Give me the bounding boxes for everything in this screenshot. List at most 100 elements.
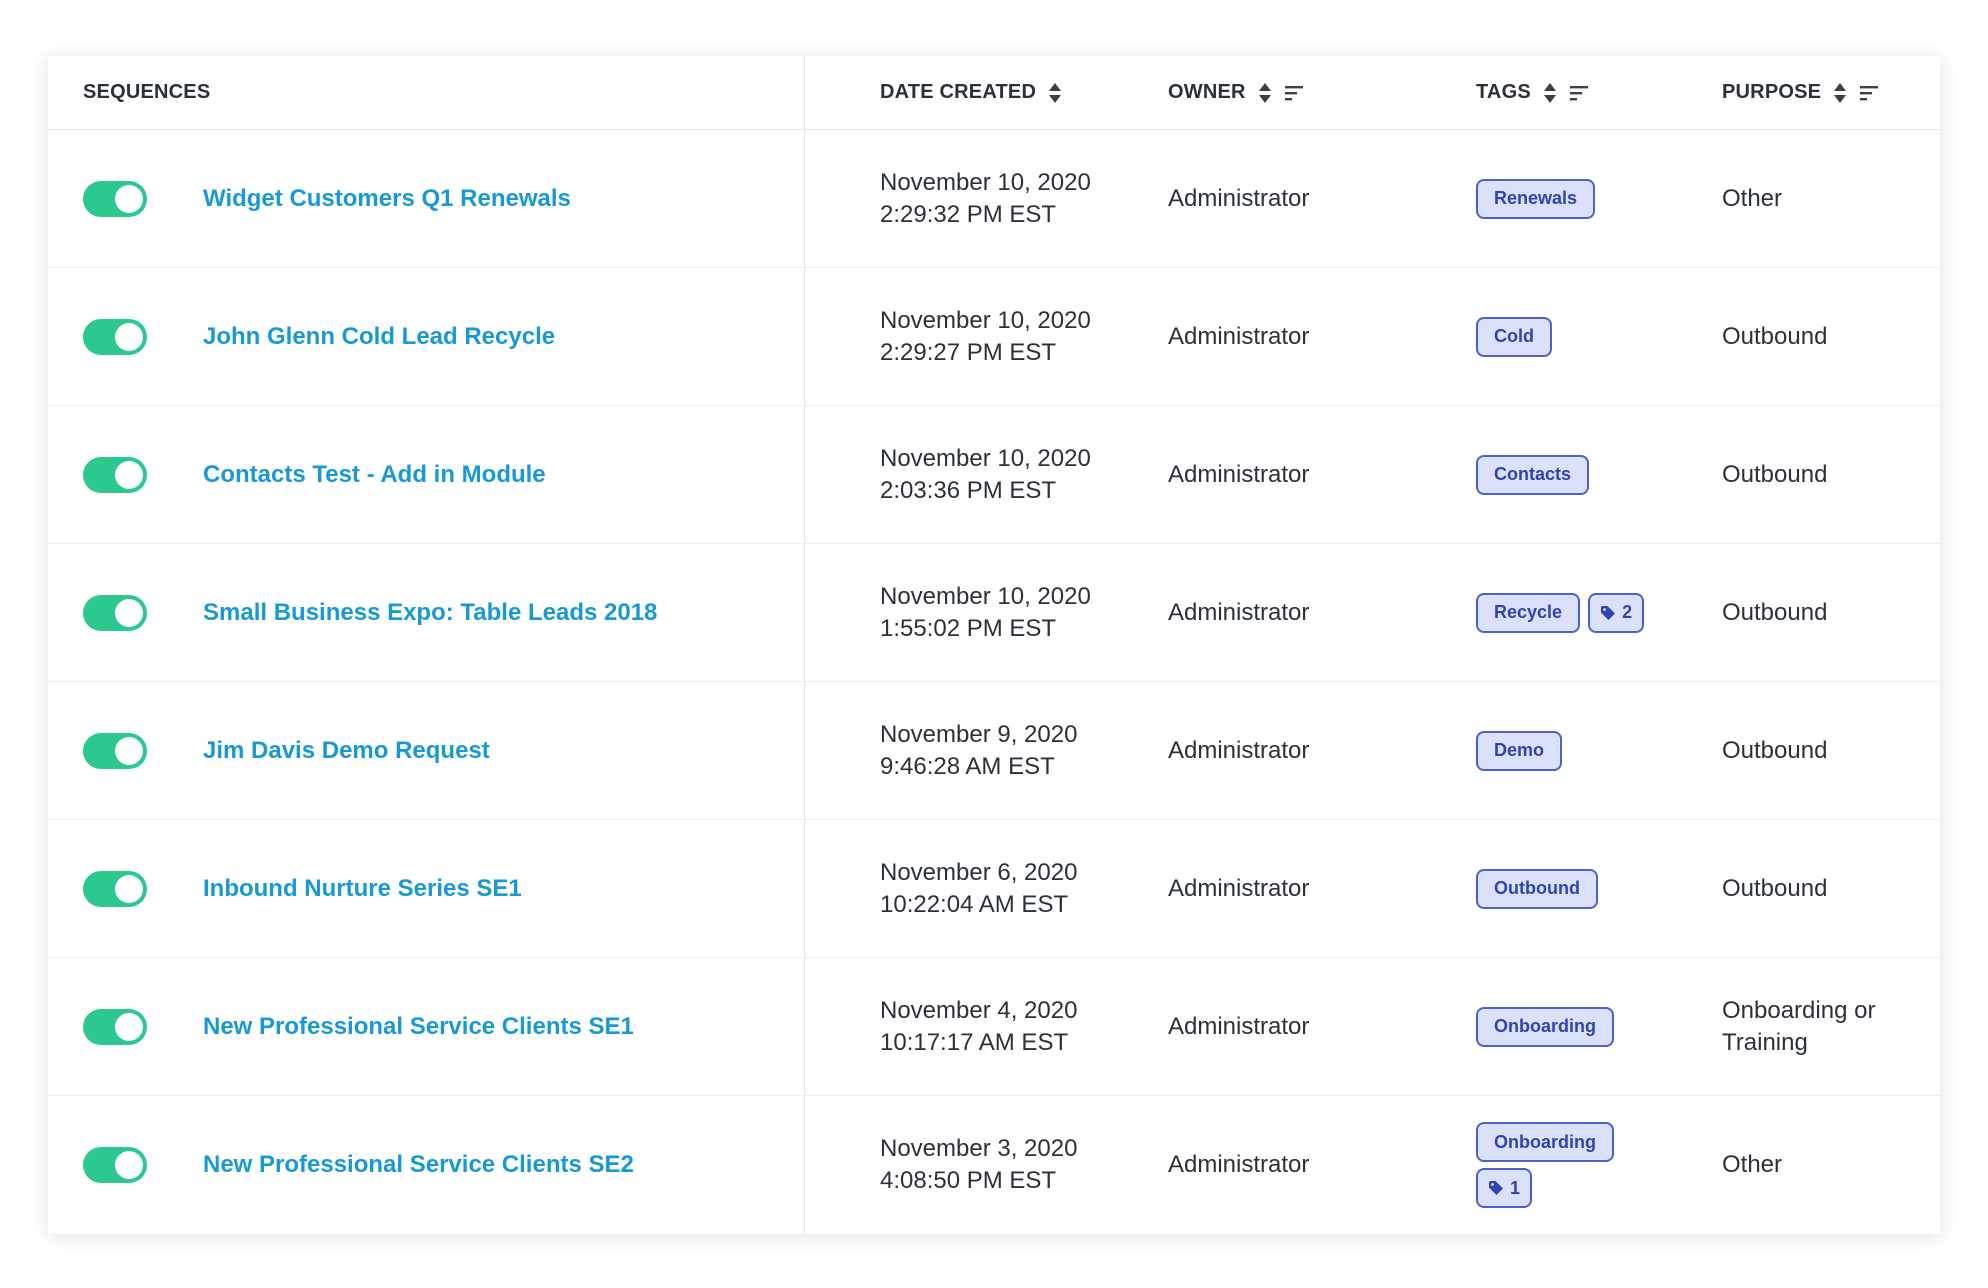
tag-badge[interactable]: Demo — [1476, 730, 1563, 771]
owner-cell: Administrator — [1168, 1096, 1448, 1234]
date-created-cell: November 10, 2020 2:29:27 PM EST — [880, 268, 1160, 405]
table-row: Inbound Nurture Series SE1 November 6, 2… — [48, 820, 1940, 958]
date-created: November 9, 2020 9:46:28 AM EST — [880, 719, 1077, 783]
toggle-knob — [115, 736, 143, 765]
toggle-cell — [83, 1096, 193, 1234]
date-created: November 3, 2020 4:08:50 PM EST — [880, 1133, 1077, 1197]
time-line: 1:55:02 PM EST — [880, 614, 1057, 642]
sequence-name-link[interactable]: Inbound Nurture Series SE1 — [203, 875, 522, 903]
purpose-cell: Other — [1722, 130, 1932, 267]
time-line: 2:29:32 PM EST — [880, 200, 1057, 228]
sequence-name-cell: Contacts Test - Add in Module — [203, 406, 793, 543]
tag-badge[interactable]: Recycle — [1476, 592, 1581, 633]
tags-cell: Onboarding 1 — [1476, 1096, 1716, 1234]
purpose-value: Outbound — [1722, 874, 1828, 902]
filter-icon[interactable] — [1569, 84, 1589, 102]
sequence-name-link[interactable]: Jim Davis Demo Request — [203, 737, 490, 765]
toggle-knob — [115, 184, 143, 213]
date-line: November 10, 2020 — [880, 168, 1091, 196]
tags-cell: Demo — [1476, 682, 1716, 819]
tag-badge[interactable]: Renewals — [1476, 178, 1596, 219]
filter-icon[interactable] — [1284, 84, 1304, 102]
more-tags-count: 2 — [1622, 602, 1633, 622]
toggle-cell — [83, 820, 193, 957]
filter-icon[interactable] — [1859, 84, 1879, 102]
toggle-cell — [83, 406, 193, 543]
table-row: Jim Davis Demo Request November 9, 2020 … — [48, 682, 1940, 820]
sequence-name-cell: Widget Customers Q1 Renewals — [203, 130, 793, 267]
owner-cell: Administrator — [1168, 268, 1448, 405]
tags-list: Cold — [1476, 316, 1676, 357]
owner-cell: Administrator — [1168, 682, 1448, 819]
toggle-cell — [83, 268, 193, 405]
header-purpose[interactable]: PURPOSE — [1722, 56, 1879, 129]
time-line: 10:17:17 AM EST — [880, 1028, 1069, 1056]
enabled-toggle[interactable] — [83, 1147, 147, 1183]
tags-list: Outbound — [1476, 868, 1676, 909]
purpose-cell: Outbound — [1722, 682, 1932, 819]
owner-name: Administrator — [1168, 598, 1310, 626]
more-tags-badge[interactable]: 2 — [1588, 592, 1645, 633]
tag-badge[interactable]: Contacts — [1476, 454, 1590, 495]
toggle-knob — [115, 598, 143, 627]
tag-badge[interactable]: Onboarding — [1476, 1122, 1614, 1162]
date-line: November 10, 2020 — [880, 582, 1091, 610]
tags-cell: Cold — [1476, 268, 1716, 405]
purpose-value: Outbound — [1722, 736, 1828, 764]
purpose-cell: Onboarding or Training — [1722, 958, 1932, 1095]
owner-cell: Administrator — [1168, 406, 1448, 543]
date-created-cell: November 4, 2020 10:17:17 AM EST — [880, 958, 1160, 1095]
sequence-name-link[interactable]: Small Business Expo: Table Leads 2018 — [203, 599, 657, 627]
sequence-name-link[interactable]: New Professional Service Clients SE2 — [203, 1151, 634, 1179]
toggle-cell — [83, 682, 193, 819]
tag-icon — [1600, 605, 1616, 621]
header-owner[interactable]: OWNER — [1168, 56, 1304, 129]
sequence-name-link[interactable]: John Glenn Cold Lead Recycle — [203, 323, 555, 351]
enabled-toggle[interactable] — [83, 732, 147, 769]
enabled-toggle[interactable] — [83, 594, 147, 631]
owner-name: Administrator — [1168, 1012, 1310, 1040]
sequence-name-link[interactable]: Contacts Test - Add in Module — [203, 461, 546, 489]
tags-cell: Onboarding — [1476, 958, 1716, 1095]
header-date-created[interactable]: DATE CREATED — [880, 56, 1062, 129]
date-line: November 4, 2020 — [880, 996, 1078, 1024]
tags-list: Onboarding — [1476, 1006, 1676, 1047]
date-created: November 4, 2020 10:17:17 AM EST — [880, 995, 1077, 1059]
date-line: November 10, 2020 — [880, 444, 1091, 472]
purpose-cell: Other — [1722, 1096, 1932, 1234]
date-created-cell: November 9, 2020 9:46:28 AM EST — [880, 682, 1160, 819]
purpose-value: Onboarding or Training — [1722, 996, 1876, 1056]
owner-name: Administrator — [1168, 1151, 1310, 1178]
sort-icon[interactable] — [1258, 82, 1272, 104]
sort-icon[interactable] — [1048, 82, 1062, 104]
more-tags-badge[interactable]: 1 — [1476, 1168, 1533, 1208]
purpose-value: Outbound — [1722, 598, 1828, 626]
toggle-knob — [115, 1151, 143, 1179]
sort-icon[interactable] — [1543, 82, 1557, 104]
enabled-toggle[interactable] — [83, 870, 147, 907]
sequence-name-link[interactable]: New Professional Service Clients SE1 — [203, 1013, 634, 1041]
sequences-table: SEQUENCES DATE CREATED OWNER TAGS PURPOS… — [48, 56, 1940, 1234]
tag-badge[interactable]: Cold — [1476, 316, 1552, 357]
header-sequences: SEQUENCES — [83, 56, 210, 129]
enabled-toggle[interactable] — [83, 318, 147, 355]
table-row: John Glenn Cold Lead Recycle November 10… — [48, 268, 1940, 406]
owner-name: Administrator — [1168, 874, 1310, 902]
tag-icon — [1488, 1180, 1504, 1196]
enabled-toggle[interactable] — [83, 456, 147, 493]
time-line: 2:03:36 PM EST — [880, 476, 1057, 504]
tag-badge[interactable]: Outbound — [1476, 868, 1598, 909]
enabled-toggle[interactable] — [83, 1008, 147, 1045]
sequence-name-link[interactable]: Widget Customers Q1 Renewals — [203, 185, 571, 213]
purpose-cell: Outbound — [1722, 820, 1932, 957]
owner-name: Administrator — [1168, 736, 1310, 764]
purpose-value: Other — [1722, 184, 1783, 212]
sort-icon[interactable] — [1833, 82, 1847, 104]
header-tags[interactable]: TAGS — [1476, 56, 1589, 129]
table-row: New Professional Service Clients SE2 Nov… — [48, 1096, 1940, 1234]
table-row: Small Business Expo: Table Leads 2018 No… — [48, 544, 1940, 682]
tags-cell: Recycle 2 — [1476, 544, 1716, 681]
tag-badge[interactable]: Onboarding — [1476, 1006, 1614, 1047]
enabled-toggle[interactable] — [83, 180, 147, 217]
date-created-cell: November 10, 2020 2:03:36 PM EST — [880, 406, 1160, 543]
